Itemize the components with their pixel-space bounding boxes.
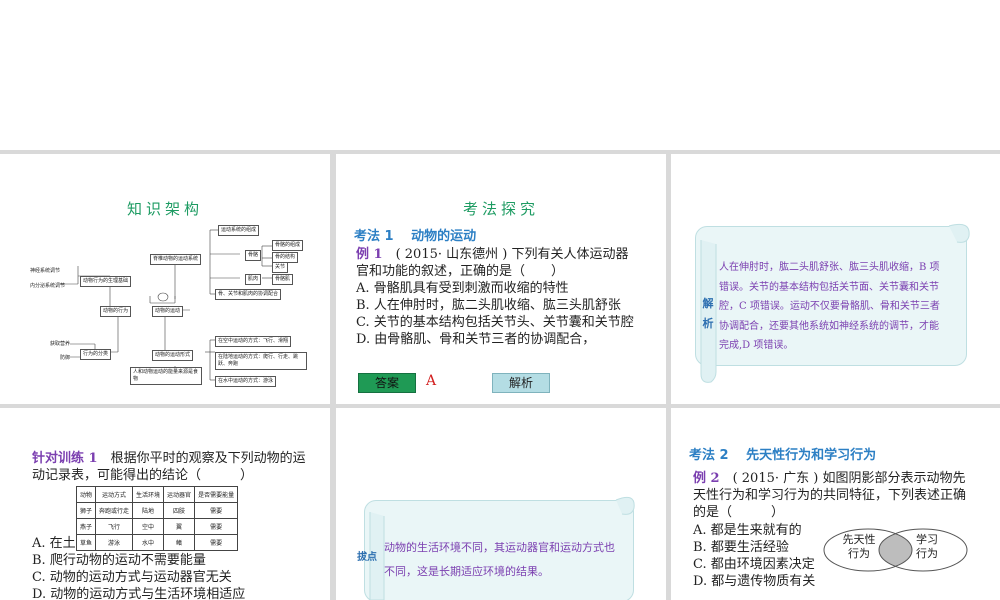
table-cell: 需要: [194, 502, 239, 519]
slide-thumbnail-exam-2[interactable]: 考法 2 先天性行为和学习行为 例 2 ( 2015· 广东 ) 如图阴影部分表…: [671, 408, 1000, 600]
practice-question: 针对训练 1 根据你平时的观察及下列动物的运动记录表，可能得出的结论（ ）: [32, 450, 317, 484]
question: 例 1 ( 2015· 山东德州 ) 下列有关人体运动器官和功能的叙述，正确的是…: [356, 246, 641, 348]
slide-thumbnail-practice-1[interactable]: 针对训练 1 根据你平时的观察及下列动物的运动记录表，可能得出的结论（ ） 动物…: [0, 408, 330, 600]
option-d: D. 都与遗传物质有关: [693, 574, 816, 589]
table-cell: 奔跑或行走: [95, 502, 134, 519]
practice-options: A. 在土 B. 爬行动物的运动不需要能量 C. 动物的运动方式与运动器官无关 …: [32, 535, 317, 600]
table-header: 运动方式: [95, 486, 134, 503]
option-c: C. 动物的运动方式与运动器官无关: [32, 570, 232, 585]
example-label: 例 1: [356, 247, 383, 262]
table-cell: 翼: [163, 518, 196, 535]
slide-thumbnail-exam-1[interactable]: 考法探究 考法 1 动物的运动 例 1 ( 2015· 山东德州 ) 下列有关人…: [336, 154, 666, 404]
explanation-tag: 解析: [702, 297, 714, 330]
mm-node: 脊椎动物的运动系统: [150, 254, 202, 265]
table-header: 动物: [75, 486, 97, 503]
option-b: B. 人在伸肘时，肱二头肌收缩、肱三头肌舒张: [356, 298, 621, 313]
table-header: 运动器官: [163, 486, 196, 503]
mm-node: 骨骼肌: [272, 274, 294, 285]
mm-node: 肌肉: [245, 274, 262, 285]
mm-node: 运动系统的组成: [218, 225, 260, 236]
mm-node: 在陆地运动的方式：爬行、行走、跳跃、奔跑: [215, 352, 307, 370]
option-a: A. 都是生来就有的: [693, 523, 802, 538]
answer-value: A: [426, 373, 437, 389]
slide-thumbnail-tip[interactable]: 拔点 动物的生活环境不同，其运动器官和运动方式也不同，这是长期适应环境的结果。: [336, 408, 666, 600]
explanation-text: 人在伸肘时，肱二头肌舒张、肱三头肌收缩，B 项错误。关节的基本结构包括关节面、关…: [719, 262, 940, 351]
option-d: D. 动物的运动方式与生活环境相适应: [32, 587, 246, 600]
question: 例 2 ( 2015· 广东 ) 如图阴影部分表示动物先天性行为和学习行为的共同…: [693, 470, 978, 521]
slide-thumbnail-explanation[interactable]: 解析 人在伸肘时，肱二头肌舒张、肱三头肌收缩，B 项错误。关节的基本结构包括关节…: [671, 154, 1000, 404]
table-row: 狮子 奔跑或行走 陆地 四肢 需要: [75, 502, 239, 519]
venn-right-label: 学习行为: [916, 533, 938, 560]
section-heading: 考法 2 先天性行为和学习行为: [689, 448, 877, 463]
mm-node: 行为的分类: [80, 349, 112, 360]
option-c: C. 都由环境因素决定: [693, 557, 815, 572]
table-cell: 陆地: [132, 502, 165, 519]
table-cell: 需要: [194, 518, 239, 535]
mm-label: 内分泌系统调节: [30, 283, 66, 289]
slide-thumbnail-knowledge[interactable]: 知识架构 神经系统调节 内分泌系统调节 获取营养 防御 动物行为的生理基础 动物…: [0, 154, 330, 404]
question-text: ( 2015· 广东 ) 如图阴影部分表示动物先天性行为和学习行为的共同特征，下…: [693, 471, 967, 520]
mm-node: 骨、关节和肌肉的协调配合: [215, 289, 282, 300]
table-row: 燕子 飞行 空中 翼 需要: [75, 518, 239, 535]
option-b: B. 都要生活经验: [693, 540, 789, 555]
table-header: 是否需要能量: [194, 486, 239, 503]
mm-node: 骨骼: [245, 250, 262, 261]
question-text: ( 2015· 山东德州 ) 下列有关人体运动器官和功能的叙述，正确的是（ ）: [356, 247, 629, 279]
mm-node: 人和动物运动的能量来源是食物: [130, 367, 202, 385]
option-a: A. 在土: [32, 536, 76, 551]
blank-area: [0, 0, 1000, 150]
mm-label: 获取营养: [50, 341, 71, 347]
tip-tag: 拔点: [357, 552, 377, 563]
mm-node: 在空中运动的方式：飞行、滑翔: [215, 336, 292, 347]
option-b: B. 爬行动物的运动不需要能量: [32, 553, 206, 568]
option-a: A. 骨骼肌具有受到刺激而收缩的特性: [356, 281, 569, 296]
mm-label: 防御: [60, 355, 71, 361]
section-heading: 考法 1 动物的运动: [354, 229, 477, 244]
example-label: 例 2: [693, 471, 720, 486]
answer-button[interactable]: 答案: [358, 373, 416, 393]
table-cell: 飞行: [95, 518, 134, 535]
table-cell: 燕子: [75, 518, 97, 535]
mm-node: 在水中运动的方式：游泳: [215, 376, 277, 387]
mm-node: 动物的运动: [152, 306, 184, 317]
mm-node: 关节: [272, 262, 289, 273]
option-d: D. 由骨骼肌、骨和关节三者的协调配合，: [356, 332, 596, 347]
option-c: C. 关节的基本结构包括关节头、关节囊和关节腔: [356, 315, 634, 330]
explain-button[interactable]: 解析: [492, 373, 550, 393]
venn-left-label: 先天性行为: [842, 533, 876, 560]
options: A. 都是生来就有的 B. 都要生活经验 C. 都由环境因素决定 D. 都与遗传…: [693, 522, 833, 590]
mm-node: 动物行为的生理基础: [80, 276, 132, 287]
table-cell: 狮子: [75, 502, 97, 519]
mm-label: 神经系统调节: [30, 268, 61, 274]
table-header: 生活环境: [132, 486, 165, 503]
mm-node: 动物的行为: [100, 306, 132, 317]
mm-node: 动物的运动形式: [152, 350, 194, 361]
table-cell: 四肢: [163, 502, 196, 519]
practice-label: 针对训练 1: [32, 451, 98, 466]
mm-node: 骨骼的组成: [272, 240, 304, 251]
tip-text: 动物的生活环境不同，其运动器官和运动方式也不同，这是长期适应环境的结果。: [384, 541, 615, 578]
table-cell: 空中: [132, 518, 165, 535]
slide-title: 考法探究: [462, 200, 539, 218]
